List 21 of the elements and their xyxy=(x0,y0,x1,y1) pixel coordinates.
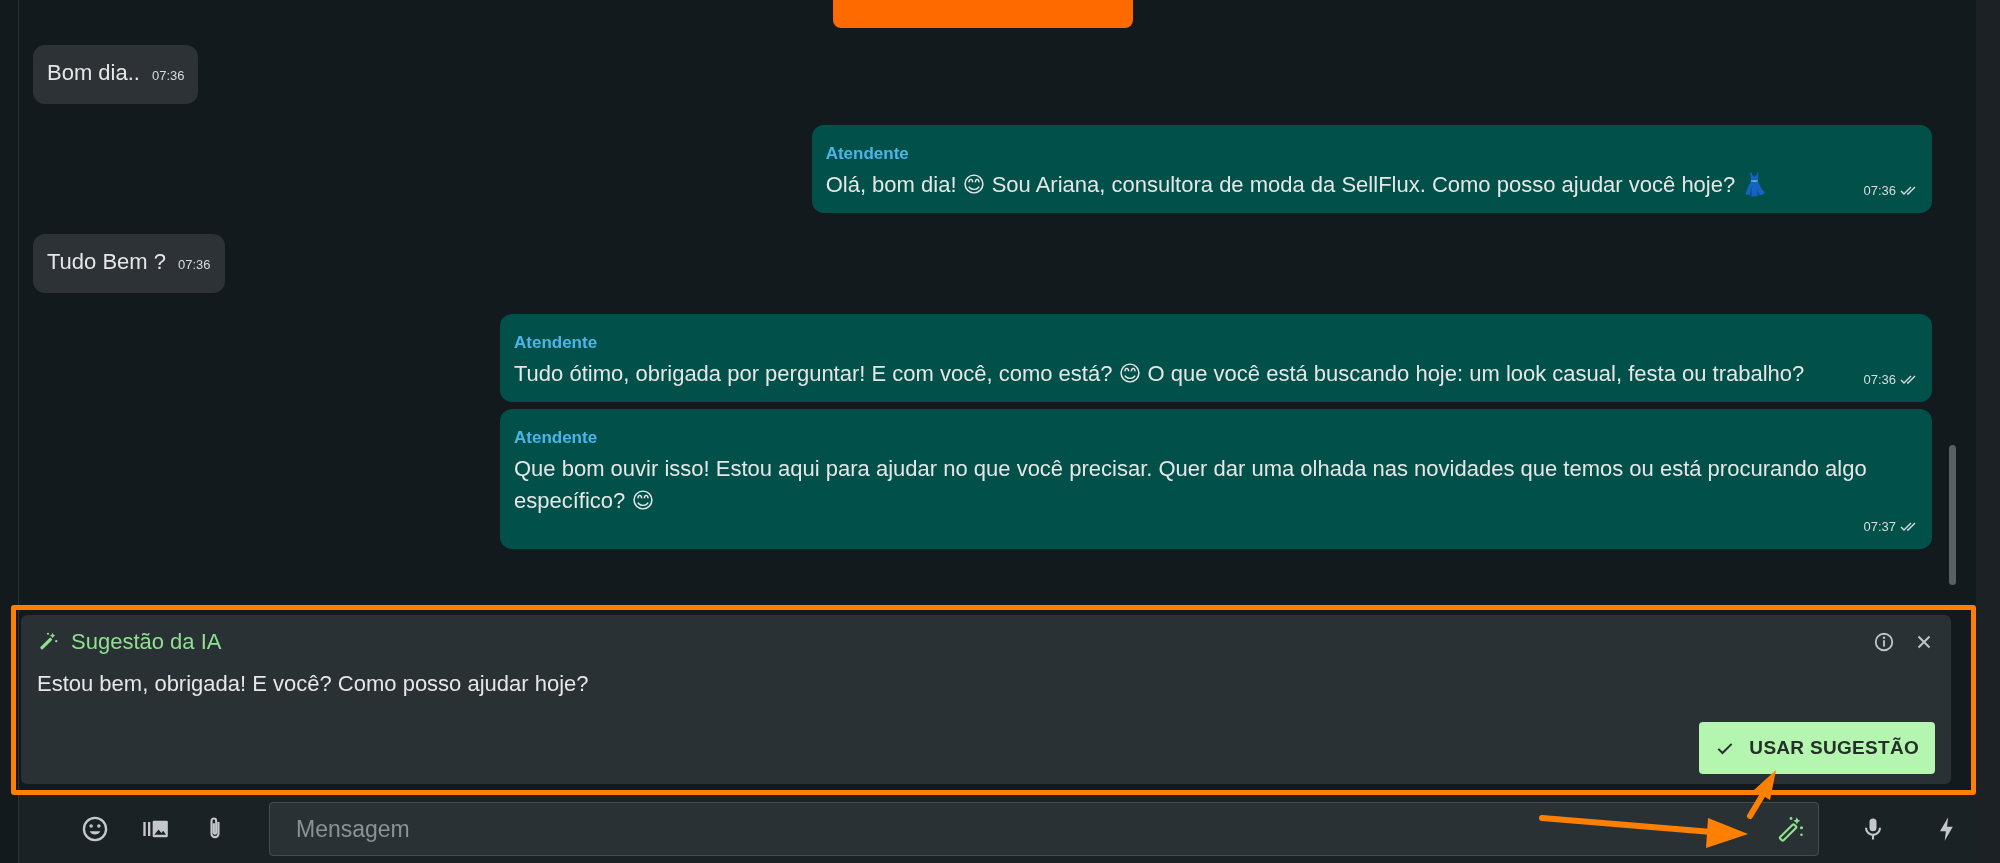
message-text: Que bom ouvir isso! Estou aqui para ajudar no que você precisar. Quer dar uma olhada nas novidades que temos ou está procurando algo específico? 😊 xyxy=(514,455,1868,515)
suggestion-title: Sugestão da IA xyxy=(71,629,222,655)
use-suggestion-button[interactable]: USAR SUGESTÃO xyxy=(1699,722,1935,774)
message-field[interactable]: Mensagem xyxy=(269,802,1819,856)
suggestion-text: Estou bem, obrigada! E você? Como posso ajudar hoje? xyxy=(37,671,590,697)
scrollbar-thumb[interactable] xyxy=(1949,445,1956,585)
sender-name: Atendente xyxy=(514,332,599,354)
message-time: 07:36 xyxy=(151,67,185,85)
message-text: Olá, bom dia! 😊 Sou Ariana, consultora de moda da SellFlux. Como posso ajudar você hoje? 👗 xyxy=(825,171,1769,199)
message-time: 07:36 xyxy=(1863,371,1896,389)
sender-name: Atendente xyxy=(514,427,599,449)
message-time: 07:37 xyxy=(1863,518,1896,536)
message-time: 07:36 xyxy=(1863,182,1896,200)
message-text: Bom dia.. xyxy=(47,59,140,87)
sender-name: Atendente xyxy=(825,143,910,165)
wand-icon[interactable] xyxy=(1777,815,1805,843)
message-text: Tudo Bem ? xyxy=(47,248,167,276)
emoji-icon[interactable] xyxy=(81,815,109,843)
info-icon[interactable] xyxy=(1873,631,1895,653)
message-time: 07:36 xyxy=(178,256,211,274)
message-text: Tudo ótimo, obrigada por perguntar! E com você, como está? 😊 O que você está buscando hoje: um look casual, festa ou trabalho? xyxy=(514,360,1805,388)
